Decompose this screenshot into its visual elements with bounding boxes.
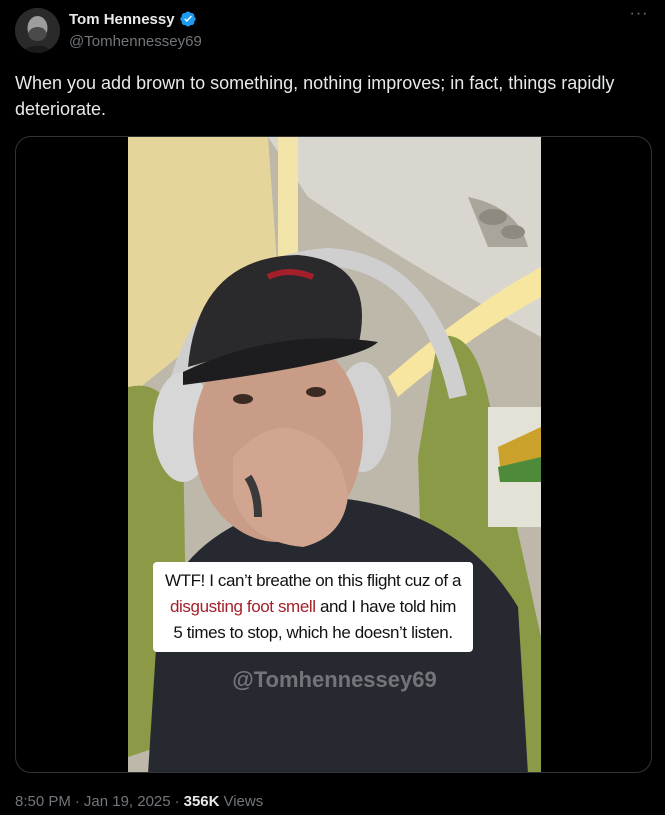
meta-separator-2: · (174, 793, 180, 810)
tweet-date[interactable]: Jan 19, 2025 (84, 793, 171, 810)
video-frame[interactable]: WTF! I can’t breathe on this flight cuz … (128, 137, 541, 772)
views-label: Views (223, 793, 264, 810)
caption-line-2: disgusting foot smell and I have told hi… (153, 594, 473, 620)
tweet: Tom Hennessy @Tomhennessey69 ··· When yo… (0, 0, 665, 815)
avatar[interactable] (15, 8, 60, 53)
video-caption: WTF! I can’t breathe on this flight cuz … (153, 562, 473, 652)
caption-line-2-rest: and I have told him (315, 597, 456, 616)
verified-badge-icon (179, 10, 197, 28)
author-name-row[interactable]: Tom Hennessy (69, 10, 197, 28)
views-count[interactable]: 356K (184, 793, 220, 810)
meta-separator-1: · (74, 793, 80, 810)
author-display-name[interactable]: Tom Hennessy (69, 11, 175, 28)
tweet-text: When you add brown to something, nothing… (15, 73, 615, 119)
caption-line-1: WTF! I can’t breathe on this flight cuz … (164, 571, 462, 590)
caption-line-3: 5 times to stop, which he doesn’t listen… (173, 623, 453, 642)
tweet-meta: 8:50 PM · Jan 19, 2025 · 356K Views (15, 793, 263, 810)
tweet-time[interactable]: 8:50 PM (15, 793, 71, 810)
more-icon[interactable]: ··· (629, 6, 649, 28)
caption-highlight: disgusting foot smell (170, 597, 316, 616)
author-handle[interactable]: @Tomhennessey69 (69, 33, 202, 50)
media-container[interactable]: WTF! I can’t breathe on this flight cuz … (15, 136, 652, 773)
video-watermark: @Tomhennessey69 (232, 667, 437, 692)
